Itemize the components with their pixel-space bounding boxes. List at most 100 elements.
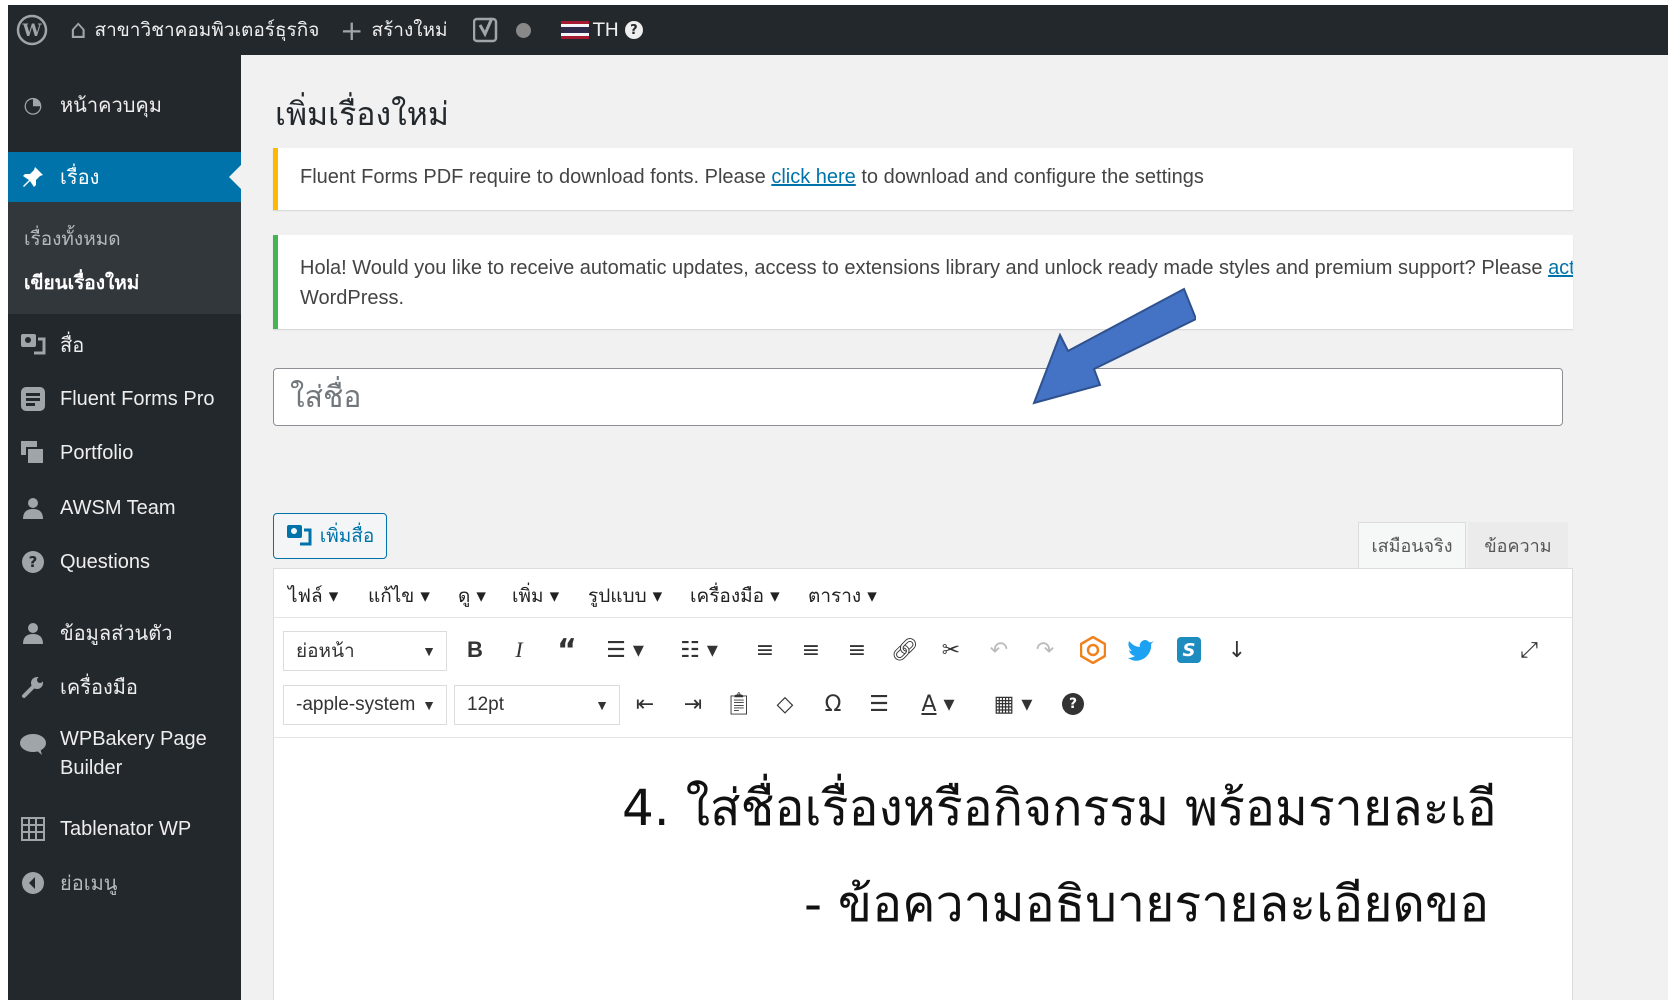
numbered-list-button[interactable]: ☷ ▾: [672, 633, 726, 667]
menu-media[interactable]: สื่อ: [8, 323, 241, 367]
select-value: 12pt: [467, 694, 504, 715]
align-left-button[interactable]: ≡: [748, 633, 782, 667]
menu-label: WPBakery Page Builder: [60, 728, 207, 779]
shortcode-icon[interactable]: S: [1172, 633, 1206, 667]
blockquote-button[interactable]: “: [550, 633, 584, 668]
menu-tablenator[interactable]: Tablenator WP: [8, 807, 241, 851]
arrow-down-icon[interactable]: ↓: [1220, 633, 1254, 667]
portfolio-icon: [18, 438, 48, 468]
redo-icon[interactable]: ↷: [1028, 633, 1062, 667]
menu-format[interactable]: รูปแบบ ▾: [588, 581, 662, 611]
add-media-button[interactable]: เพิ่มสื่อ: [273, 513, 387, 559]
indent-icon[interactable]: ⇥: [676, 687, 710, 721]
home-icon: ⌂: [70, 15, 87, 45]
menu-edit[interactable]: แก้ไข ▾: [368, 581, 430, 611]
menu-tools[interactable]: เครื่องมือ ▾: [690, 581, 780, 611]
unlink-icon[interactable]: ✂: [934, 633, 968, 667]
link-icon[interactable]: 🔗︎: [888, 633, 922, 667]
svg-text:W: W: [21, 21, 42, 41]
menu-label: Tablenator WP: [60, 817, 192, 840]
format-select[interactable]: ย่อหน้า ▼: [283, 631, 447, 671]
menu-collapse[interactable]: ย่อเมนู: [8, 861, 241, 905]
add-media-label: เพิ่มสื่อ: [319, 525, 375, 547]
font-family-select[interactable]: -apple-system ▼: [283, 685, 447, 725]
read-more-icon[interactable]: ☰: [862, 687, 896, 721]
menu-fluent-forms[interactable]: Fluent Forms Pro: [8, 377, 241, 421]
menu-wpbakery[interactable]: WPBakery Page Builder: [8, 725, 241, 789]
menu-label: เครื่องมือ: [60, 675, 138, 699]
editor-content-line-2: - ข้อความอธิบายรายละเอียดขอ: [804, 875, 1490, 933]
editor-menubar: ไฟล์ ▾ แก้ไข ▾ ดู ▾ เพิ่ม ▾ รูปแบบ ▾ เคร…: [274, 569, 1572, 618]
menu-insert[interactable]: เพิ่ม ▾: [512, 581, 559, 611]
wordpress-window: W ⌂ สาขาวิชาคอมพิวเตอร์ธุรกิจ + สร้างใหม…: [8, 5, 1668, 1000]
language-code: TH: [593, 19, 619, 41]
eraser-icon[interactable]: ◇: [768, 687, 802, 721]
outdent-icon[interactable]: ⇤: [628, 687, 662, 721]
text-color-button[interactable]: A ▾: [910, 687, 966, 721]
yoast-icon[interactable]: [473, 5, 499, 55]
menu-dashboard[interactable]: ◔ หน้าควบคุม: [8, 81, 241, 129]
menu-profile[interactable]: ข้อมูลส่วนตัว: [8, 611, 241, 655]
menu-questions[interactable]: ? Questions: [8, 540, 241, 584]
fullscreen-icon[interactable]: ⤢: [1512, 633, 1546, 667]
update-notice: Hola! Would you like to receive automati…: [273, 235, 1573, 329]
site-name-link[interactable]: ⌂ สาขาวิชาคอมพิวเตอร์ธุรกิจ: [70, 5, 319, 55]
menu-view[interactable]: ดู ▾: [458, 581, 486, 611]
help-icon[interactable]: ?: [1056, 687, 1090, 721]
media-icon: [286, 525, 312, 546]
align-center-button[interactable]: ≡: [794, 633, 828, 667]
menu-label: ข้อมูลส่วนตัว: [60, 621, 173, 645]
admin-bar: W ⌂ สาขาวิชาคอมพิวเตอร์ธุรกิจ + สร้างใหม…: [8, 5, 1668, 55]
notice-text: Hola! Would you like to receive automati…: [300, 257, 1549, 279]
submenu-new-post[interactable]: เขียนเรื่องใหม่: [24, 268, 139, 298]
menu-label: ย่อเมนู: [60, 871, 118, 895]
plus-icon: +: [340, 13, 364, 47]
menu-awsm-team[interactable]: AWSM Team: [8, 486, 241, 530]
menu-file[interactable]: ไฟล์ ▾: [288, 581, 338, 611]
editor-content-line-1: 4. ใส่ชื่อเรื่องหรือกิจกรรม พร้อมรายละเอ…: [622, 779, 1497, 837]
annotation-arrow-icon: [1032, 287, 1196, 405]
menu-posts[interactable]: เรื่อง: [8, 152, 241, 202]
submenu-all-posts[interactable]: เรื่องทั้งหมด: [24, 224, 121, 254]
pin-icon: [18, 162, 48, 192]
menu-tools[interactable]: เครื่องมือ: [8, 665, 241, 709]
select-value: -apple-system: [296, 694, 416, 715]
notice-text: Fluent Forms PDF require to download fon…: [300, 166, 772, 188]
wordpress-logo-icon[interactable]: W: [16, 5, 48, 55]
notice-text: WordPress.: [300, 287, 405, 309]
menu-table[interactable]: ตาราง ▾: [808, 581, 877, 611]
cloud-icon: [18, 729, 48, 759]
bold-button[interactable]: B: [458, 633, 492, 667]
new-content-link[interactable]: + สร้างใหม่: [340, 5, 448, 55]
click-here-link[interactable]: click here: [771, 166, 855, 188]
fluent-forms-notice: Fluent Forms PDF require to download fon…: [273, 148, 1573, 210]
align-right-button[interactable]: ≡: [840, 633, 874, 667]
paste-icon[interactable]: 📋︎: [722, 687, 756, 721]
post-title-input[interactable]: ใส่ชื่อ: [273, 368, 1563, 426]
new-content-label: สร้างใหม่: [371, 19, 448, 41]
plugin-hexagon-icon[interactable]: [1076, 633, 1110, 667]
seo-status-dot-icon[interactable]: [516, 5, 531, 55]
tab-visual[interactable]: เสมือนจริง: [1358, 522, 1466, 568]
bullet-list-button[interactable]: ☰ ▾: [598, 633, 652, 667]
posts-submenu: เรื่องทั้งหมด เขียนเรื่องใหม่: [8, 202, 241, 314]
menu-label: Portfolio: [60, 441, 134, 464]
activate-link[interactable]: activate yo: [1548, 257, 1573, 279]
toolbar-divider: [274, 737, 1572, 738]
menu-label: เรื่อง: [60, 165, 100, 189]
menu-portfolio[interactable]: Portfolio: [8, 431, 241, 475]
editor-area: ไฟล์ ▾ แก้ไข ▾ ดู ▾ เพิ่ม ▾ รูปแบบ ▾ เคร…: [273, 568, 1573, 1000]
italic-button[interactable]: I: [502, 633, 536, 667]
menu-label: หน้าควบคุม: [60, 93, 162, 117]
language-switcher[interactable]: TH ?: [561, 5, 643, 55]
active-indicator: [229, 165, 241, 189]
omega-icon[interactable]: Ω: [816, 687, 850, 721]
tab-text[interactable]: ข้อความ: [1468, 522, 1568, 568]
tab-label: ข้อความ: [1484, 535, 1552, 557]
undo-icon[interactable]: ↶: [982, 633, 1016, 667]
font-size-select[interactable]: 12pt ▼: [454, 685, 620, 725]
table-button[interactable]: ▦ ▾: [988, 687, 1038, 721]
user-icon: [18, 618, 48, 648]
twitter-icon[interactable]: [1124, 633, 1158, 667]
toolbar-row-2: -apple-system ▼ 12pt ▼ ⇤ ⇥ 📋︎ ◇ Ω ☰ A ▾ ▦ …: [274, 677, 1572, 729]
